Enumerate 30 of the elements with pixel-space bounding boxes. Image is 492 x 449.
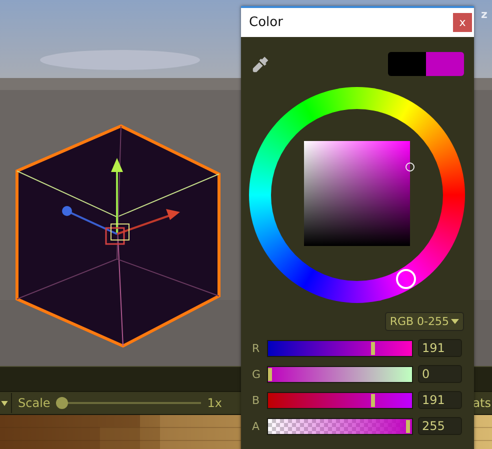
- mode-dropdown[interactable]: RGB 0-255: [384, 312, 464, 331]
- channel-slider[interactable]: [267, 340, 413, 356]
- hue-handle[interactable]: [396, 269, 416, 289]
- value-field[interactable]: 191: [418, 339, 462, 357]
- channel-label: A: [251, 420, 261, 432]
- value-field[interactable]: 191: [418, 391, 462, 409]
- slider-handle[interactable]: [371, 342, 376, 354]
- channel-slider[interactable]: [267, 366, 413, 382]
- window-title: Color: [249, 15, 283, 30]
- slider-handle[interactable]: [406, 420, 410, 432]
- color-picker-handle[interactable]: [406, 162, 414, 172]
- eyedropper-icon[interactable]: [252, 55, 270, 73]
- axis-label: z: [481, 8, 488, 21]
- caret-icon[interactable]: [1, 400, 8, 406]
- caret-icon[interactable]: [451, 319, 459, 324]
- value-field[interactable]: 255: [418, 417, 462, 435]
- slider-handle[interactable]: [371, 394, 376, 406]
- channel-slider[interactable]: [267, 392, 413, 408]
- saturation-value-square[interactable]: [304, 141, 410, 246]
- channel-label: G: [251, 368, 262, 380]
- slider-handle[interactable]: [56, 397, 68, 409]
- scale-value: 1x: [207, 396, 222, 410]
- channel-label: R: [251, 342, 261, 354]
- scale-label: Scale: [18, 396, 50, 410]
- channel-slider[interactable]: [267, 418, 413, 434]
- close-button[interactable]: x: [453, 13, 472, 32]
- channel-label: B: [251, 394, 261, 406]
- slider-handle[interactable]: [268, 368, 272, 380]
- toolbar-label: ats: [472, 396, 492, 410]
- value-field[interactable]: 0: [418, 365, 462, 383]
